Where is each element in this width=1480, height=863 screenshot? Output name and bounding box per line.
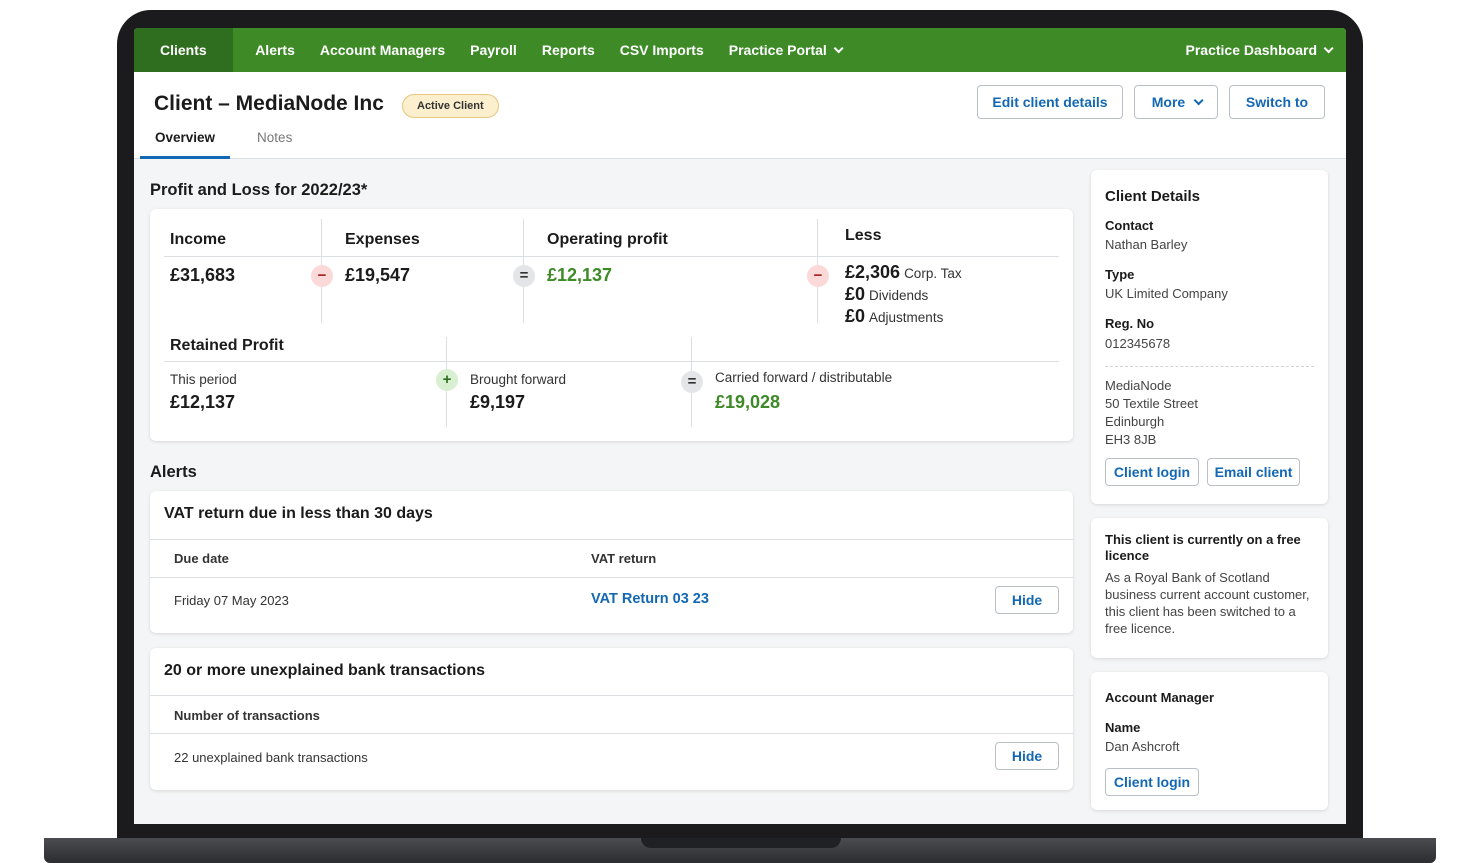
nav-practice-dashboard[interactable]: Practice Dashboard [1173,28,1346,72]
alerts-section-title: Alerts [150,463,197,481]
operating-profit-label: Operating profit [547,231,668,248]
more-button[interactable]: More [1134,85,1218,119]
equals-icon: = [681,371,703,393]
minus-icon: − [311,265,333,287]
laptop-notch [641,838,841,848]
dividends-value: £0 [845,284,866,304]
divider [1105,366,1314,367]
less-corp-tax: £2,306 Corp. Tax [845,262,962,283]
due-date-header: Due date [174,551,229,566]
licence-title: This client is currently on a free licen… [1105,532,1301,563]
top-nav: Clients Alerts Account Managers Payroll … [134,28,1346,72]
chevron-down-icon [833,42,844,53]
corp-tax-value: £2,306 [845,262,901,282]
edit-client-details-button[interactable]: Edit client details [977,85,1123,119]
tab-overview[interactable]: Overview [140,124,231,159]
status-badge: Active Client [402,94,499,118]
chevron-down-icon [1193,94,1204,105]
divider [150,539,1073,540]
pl-section-title: Profit and Loss for 2022/23* [150,181,368,199]
nav-account-managers[interactable]: Account Managers [307,28,457,72]
less-label: Less [845,227,882,244]
vat-return-link[interactable]: VAT Return 03 23 [591,591,709,607]
transactions-header: Number of transactions [174,708,320,723]
licence-card: This client is currently on a free licen… [1091,518,1328,658]
contact-value: Nathan Barley [1105,237,1188,252]
divider [150,695,1073,696]
contact-label: Contact [1105,218,1154,233]
type-label: Type [1105,267,1135,282]
nav-alerts[interactable]: Alerts [243,28,308,72]
corp-tax-label: Corp. Tax [904,266,962,281]
carried-forward-label: Carried forward / distributable [715,370,893,385]
nav-csv-imports[interactable]: CSV Imports [607,28,716,72]
nav-clients[interactable]: Clients [134,28,233,72]
manager-name-label: Name [1105,720,1141,735]
licence-body: As a Royal Bank of Scotland business cur… [1105,570,1310,636]
account-manager-card: Account Manager Name Dan Ashcroft Client… [1091,672,1328,810]
app-screen: Clients Alerts Account Managers Payroll … [134,28,1346,824]
manager-client-login-button[interactable]: Client login [1105,768,1199,796]
hide-vat-alert-button[interactable]: Hide [995,586,1059,614]
nav-practice-portal-label: Practice Portal [728,42,827,58]
less-adjustments: £0 Adjustments [845,306,943,327]
brought-forward-label: Brought forward [470,372,567,387]
dividends-label: Dividends [869,288,929,303]
operating-profit-value: £12,137 [547,265,613,285]
brought-forward-value: £9,197 [470,392,526,412]
address-line: 50 Textile Street [1105,396,1198,411]
nav-practice-portal[interactable]: Practice Portal [716,28,852,72]
client-login-button[interactable]: Client login [1105,458,1199,486]
plus-icon: + [436,369,458,391]
due-date-value: Friday 07 May 2023 [174,593,289,608]
account-manager-title: Account Manager [1105,690,1215,705]
client-details-title: Client Details [1105,188,1201,205]
vat-return-header: VAT return [591,551,657,566]
switch-to-button[interactable]: Switch to [1229,85,1325,119]
address-line: MediaNode [1105,378,1172,393]
pl-card: Income £31,683 − Expenses £19,547 = Oper… [150,209,1073,441]
this-period-value: £12,137 [170,392,236,412]
divider [150,577,1073,578]
income-value: £31,683 [170,265,236,285]
nav-payroll[interactable]: Payroll [458,28,530,72]
retained-profit-label: Retained Profit [170,337,284,354]
expenses-label: Expenses [345,231,420,248]
email-client-button[interactable]: Email client [1207,458,1300,486]
carried-forward-value: £19,028 [715,392,781,412]
expenses-value: £19,547 [345,265,411,285]
adjustments-value: £0 [845,306,866,326]
tab-bar: Overview Notes [140,124,307,159]
adjustments-label: Adjustments [869,310,944,325]
divider [164,361,1059,362]
nav-reports[interactable]: Reports [529,28,607,72]
divider [164,256,1059,257]
tab-notes[interactable]: Notes [242,124,307,159]
client-details-card: Client Details Contact Nathan Barley Typ… [1091,170,1328,504]
vat-alert-title: VAT return due in less than 30 days [164,505,433,522]
minus-icon: − [807,265,829,287]
bank-alert-card: 20 or more unexplained bank transactions… [150,648,1073,790]
more-button-label: More [1151,94,1186,110]
reg-no-label: Reg. No [1105,316,1155,331]
equals-icon: = [513,265,535,287]
chevron-down-icon [1323,42,1334,53]
address-line: Edinburgh [1105,414,1165,429]
address-line: EH3 8JB [1105,432,1157,447]
reg-no-value: 012345678 [1105,336,1171,351]
page-title: Client – MediaNode Inc [154,92,384,115]
bank-alert-title: 20 or more unexplained bank transactions [164,662,485,679]
nav-practice-dashboard-label: Practice Dashboard [1185,42,1318,58]
type-value: UK Limited Company [1105,286,1228,301]
transactions-value: 22 unexplained bank transactions [174,750,368,765]
vat-alert-card: VAT return due in less than 30 days Due … [150,491,1073,633]
less-dividends: £0 Dividends [845,284,928,305]
manager-name-value: Dan Ashcroft [1105,739,1180,754]
divider [150,733,1073,734]
client-header: Client – MediaNode Inc Active Client Edi… [134,72,1346,159]
income-label: Income [170,231,227,248]
this-period-label: This period [170,372,237,387]
hide-bank-alert-button[interactable]: Hide [995,742,1059,770]
